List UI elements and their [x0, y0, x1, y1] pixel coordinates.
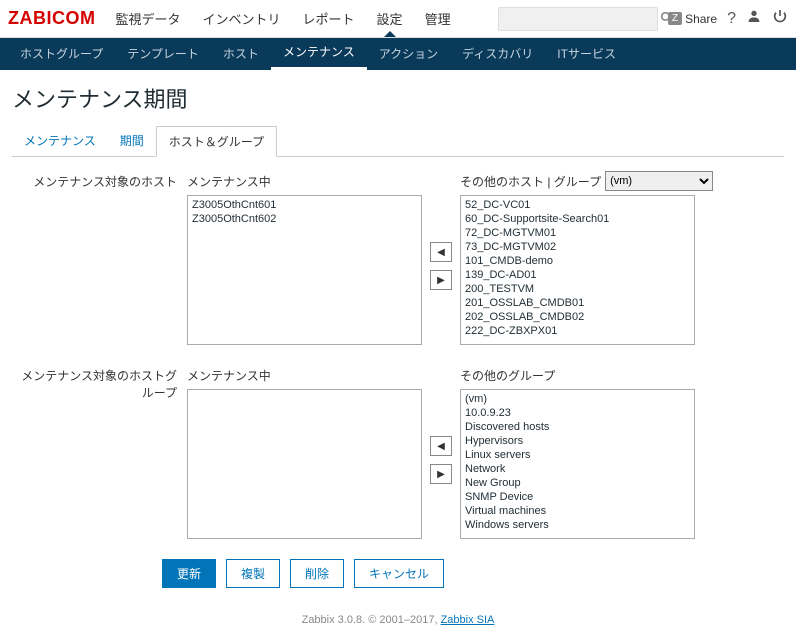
list-item[interactable]: 52_DC-VC01 — [461, 198, 694, 212]
list-item[interactable]: 202_OSSLAB_CMDB02 — [461, 310, 694, 324]
cancel-button[interactable]: キャンセル — [354, 559, 444, 588]
button-row: 更新 複製 削除 キャンセル — [12, 559, 784, 588]
tab-2[interactable]: ホスト＆グループ — [156, 126, 277, 157]
topnav-item-0[interactable]: 監視データ — [106, 1, 191, 36]
list-item[interactable]: 201_OSSLAB_CMDB01 — [461, 296, 694, 310]
groups-remove-button[interactable]: ▶ — [430, 464, 452, 484]
topnav: 監視データインベントリレポート設定管理 — [106, 1, 498, 36]
search-box[interactable] — [498, 7, 658, 31]
list-item[interactable]: (vm) — [461, 392, 694, 406]
help-icon[interactable]: ? — [727, 10, 736, 28]
subnav-item-4[interactable]: アクション — [367, 38, 450, 70]
list-item[interactable]: SNMP Device — [461, 490, 694, 504]
groups-other-col: その他のグループ (vm)10.0.9.23Discovered hostsHy… — [460, 365, 695, 539]
topnav-item-2[interactable]: レポート — [293, 1, 365, 36]
list-item[interactable]: Linux servers — [461, 448, 694, 462]
list-item[interactable]: Network — [461, 462, 694, 476]
clone-button[interactable]: 複製 — [226, 559, 280, 588]
update-button[interactable]: 更新 — [162, 559, 216, 588]
page-content: メンテナンス期間 メンテナンス期間ホスト＆グループ メンテナンス対象のホスト メ… — [0, 70, 796, 600]
hosts-in-listbox[interactable]: Z3005OthCnt601Z3005OthCnt602 — [187, 195, 422, 345]
subnav-item-0[interactable]: ホストグループ — [8, 38, 115, 70]
list-item[interactable]: 10.0.9.23 — [461, 406, 694, 420]
list-item[interactable]: 72_DC-MGTVM01 — [461, 226, 694, 240]
list-item[interactable]: 200_TESTVM — [461, 282, 694, 296]
user-icon[interactable] — [746, 8, 762, 29]
subnav-item-6[interactable]: ITサービス — [545, 38, 628, 70]
list-item[interactable]: Z3005OthCnt602 — [188, 212, 421, 226]
hosts-row-label: メンテナンス対象のホスト — [12, 171, 187, 345]
groups-row: メンテナンス対象のホストグループ メンテナンス中 ◀ ▶ その他のグループ (v… — [12, 365, 784, 539]
subnav-item-1[interactable]: テンプレート — [115, 38, 211, 70]
groups-other-label: その他のグループ — [460, 365, 695, 385]
groups-in-label: メンテナンス中 — [187, 365, 422, 385]
groups-other-listbox[interactable]: (vm)10.0.9.23Discovered hostsHypervisors… — [460, 389, 695, 539]
share-label: Share — [685, 12, 717, 26]
list-item[interactable]: 73_DC-MGTVM02 — [461, 240, 694, 254]
hosts-in-label: メンテナンス中 — [187, 171, 422, 191]
topbar: ZABICOM 監視データインベントリレポート設定管理 Z Share ? — [0, 0, 796, 38]
groups-row-label: メンテナンス対象のホストグループ — [12, 365, 187, 539]
list-item[interactable]: 60_DC-Supportsite-Search01 — [461, 212, 694, 226]
footer-text: Zabbix 3.0.8. © 2001–2017, — [302, 614, 441, 626]
list-item[interactable]: 139_DC-AD01 — [461, 268, 694, 282]
topnav-item-4[interactable]: 管理 — [415, 1, 461, 36]
subnav: ホストグループテンプレートホストメンテナンスアクションディスカバリITサービス — [0, 38, 796, 70]
groups-add-button[interactable]: ◀ — [430, 436, 452, 456]
subnav-item-2[interactable]: ホスト — [211, 38, 271, 70]
tab-1[interactable]: 期間 — [108, 126, 156, 156]
groups-in-listbox[interactable] — [187, 389, 422, 539]
hosts-other-label-row: その他のホスト | グループ (vm) — [460, 171, 713, 191]
page-title: メンテナンス期間 — [12, 82, 784, 114]
list-item[interactable]: Hypervisors — [461, 434, 694, 448]
list-item[interactable]: New Group — [461, 476, 694, 490]
hosts-group-select[interactable]: (vm) — [605, 171, 713, 191]
share-button[interactable]: Z Share — [668, 12, 717, 26]
list-item[interactable]: Virtual machines — [461, 504, 694, 518]
share-z-icon: Z — [668, 12, 682, 25]
power-icon[interactable] — [772, 8, 788, 29]
groups-in-col: メンテナンス中 — [187, 365, 422, 539]
list-item[interactable]: 101_CMDB-demo — [461, 254, 694, 268]
hosts-other-col: その他のホスト | グループ (vm) 52_DC-VC0160_DC-Supp… — [460, 171, 713, 345]
list-item[interactable]: 222_DC-ZBXPX01 — [461, 324, 694, 338]
subnav-item-5[interactable]: ディスカバリ — [450, 38, 545, 70]
hosts-other-label: その他のホスト | グループ — [460, 173, 601, 190]
hosts-remove-button[interactable]: ▶ — [430, 270, 452, 290]
tab-bar: メンテナンス期間ホスト＆グループ — [12, 126, 784, 157]
hosts-in-col: メンテナンス中 Z3005OthCnt601Z3005OthCnt602 — [187, 171, 422, 345]
footer: Zabbix 3.0.8. © 2001–2017, Zabbix SIA — [0, 600, 796, 640]
delete-button[interactable]: 削除 — [290, 559, 344, 588]
tab-0[interactable]: メンテナンス — [12, 126, 108, 156]
subnav-item-3[interactable]: メンテナンス — [271, 38, 367, 70]
groups-arrows: ◀ ▶ — [430, 385, 452, 535]
hosts-arrows: ◀ ▶ — [430, 191, 452, 341]
topbar-right: Z Share ? — [498, 7, 788, 31]
logo: ZABICOM — [8, 8, 96, 29]
list-item[interactable]: Windows servers — [461, 518, 694, 532]
list-item[interactable]: Z3005OthCnt601 — [188, 198, 421, 212]
list-item[interactable]: Discovered hosts — [461, 420, 694, 434]
hosts-add-button[interactable]: ◀ — [430, 242, 452, 262]
footer-link[interactable]: Zabbix SIA — [441, 614, 495, 626]
search-input[interactable] — [505, 12, 660, 26]
topnav-item-1[interactable]: インベントリ — [193, 1, 291, 36]
hosts-other-listbox[interactable]: 52_DC-VC0160_DC-Supportsite-Search0172_D… — [460, 195, 695, 345]
topnav-item-3[interactable]: 設定 — [367, 1, 413, 36]
hosts-row: メンテナンス対象のホスト メンテナンス中 Z3005OthCnt601Z3005… — [12, 171, 784, 345]
